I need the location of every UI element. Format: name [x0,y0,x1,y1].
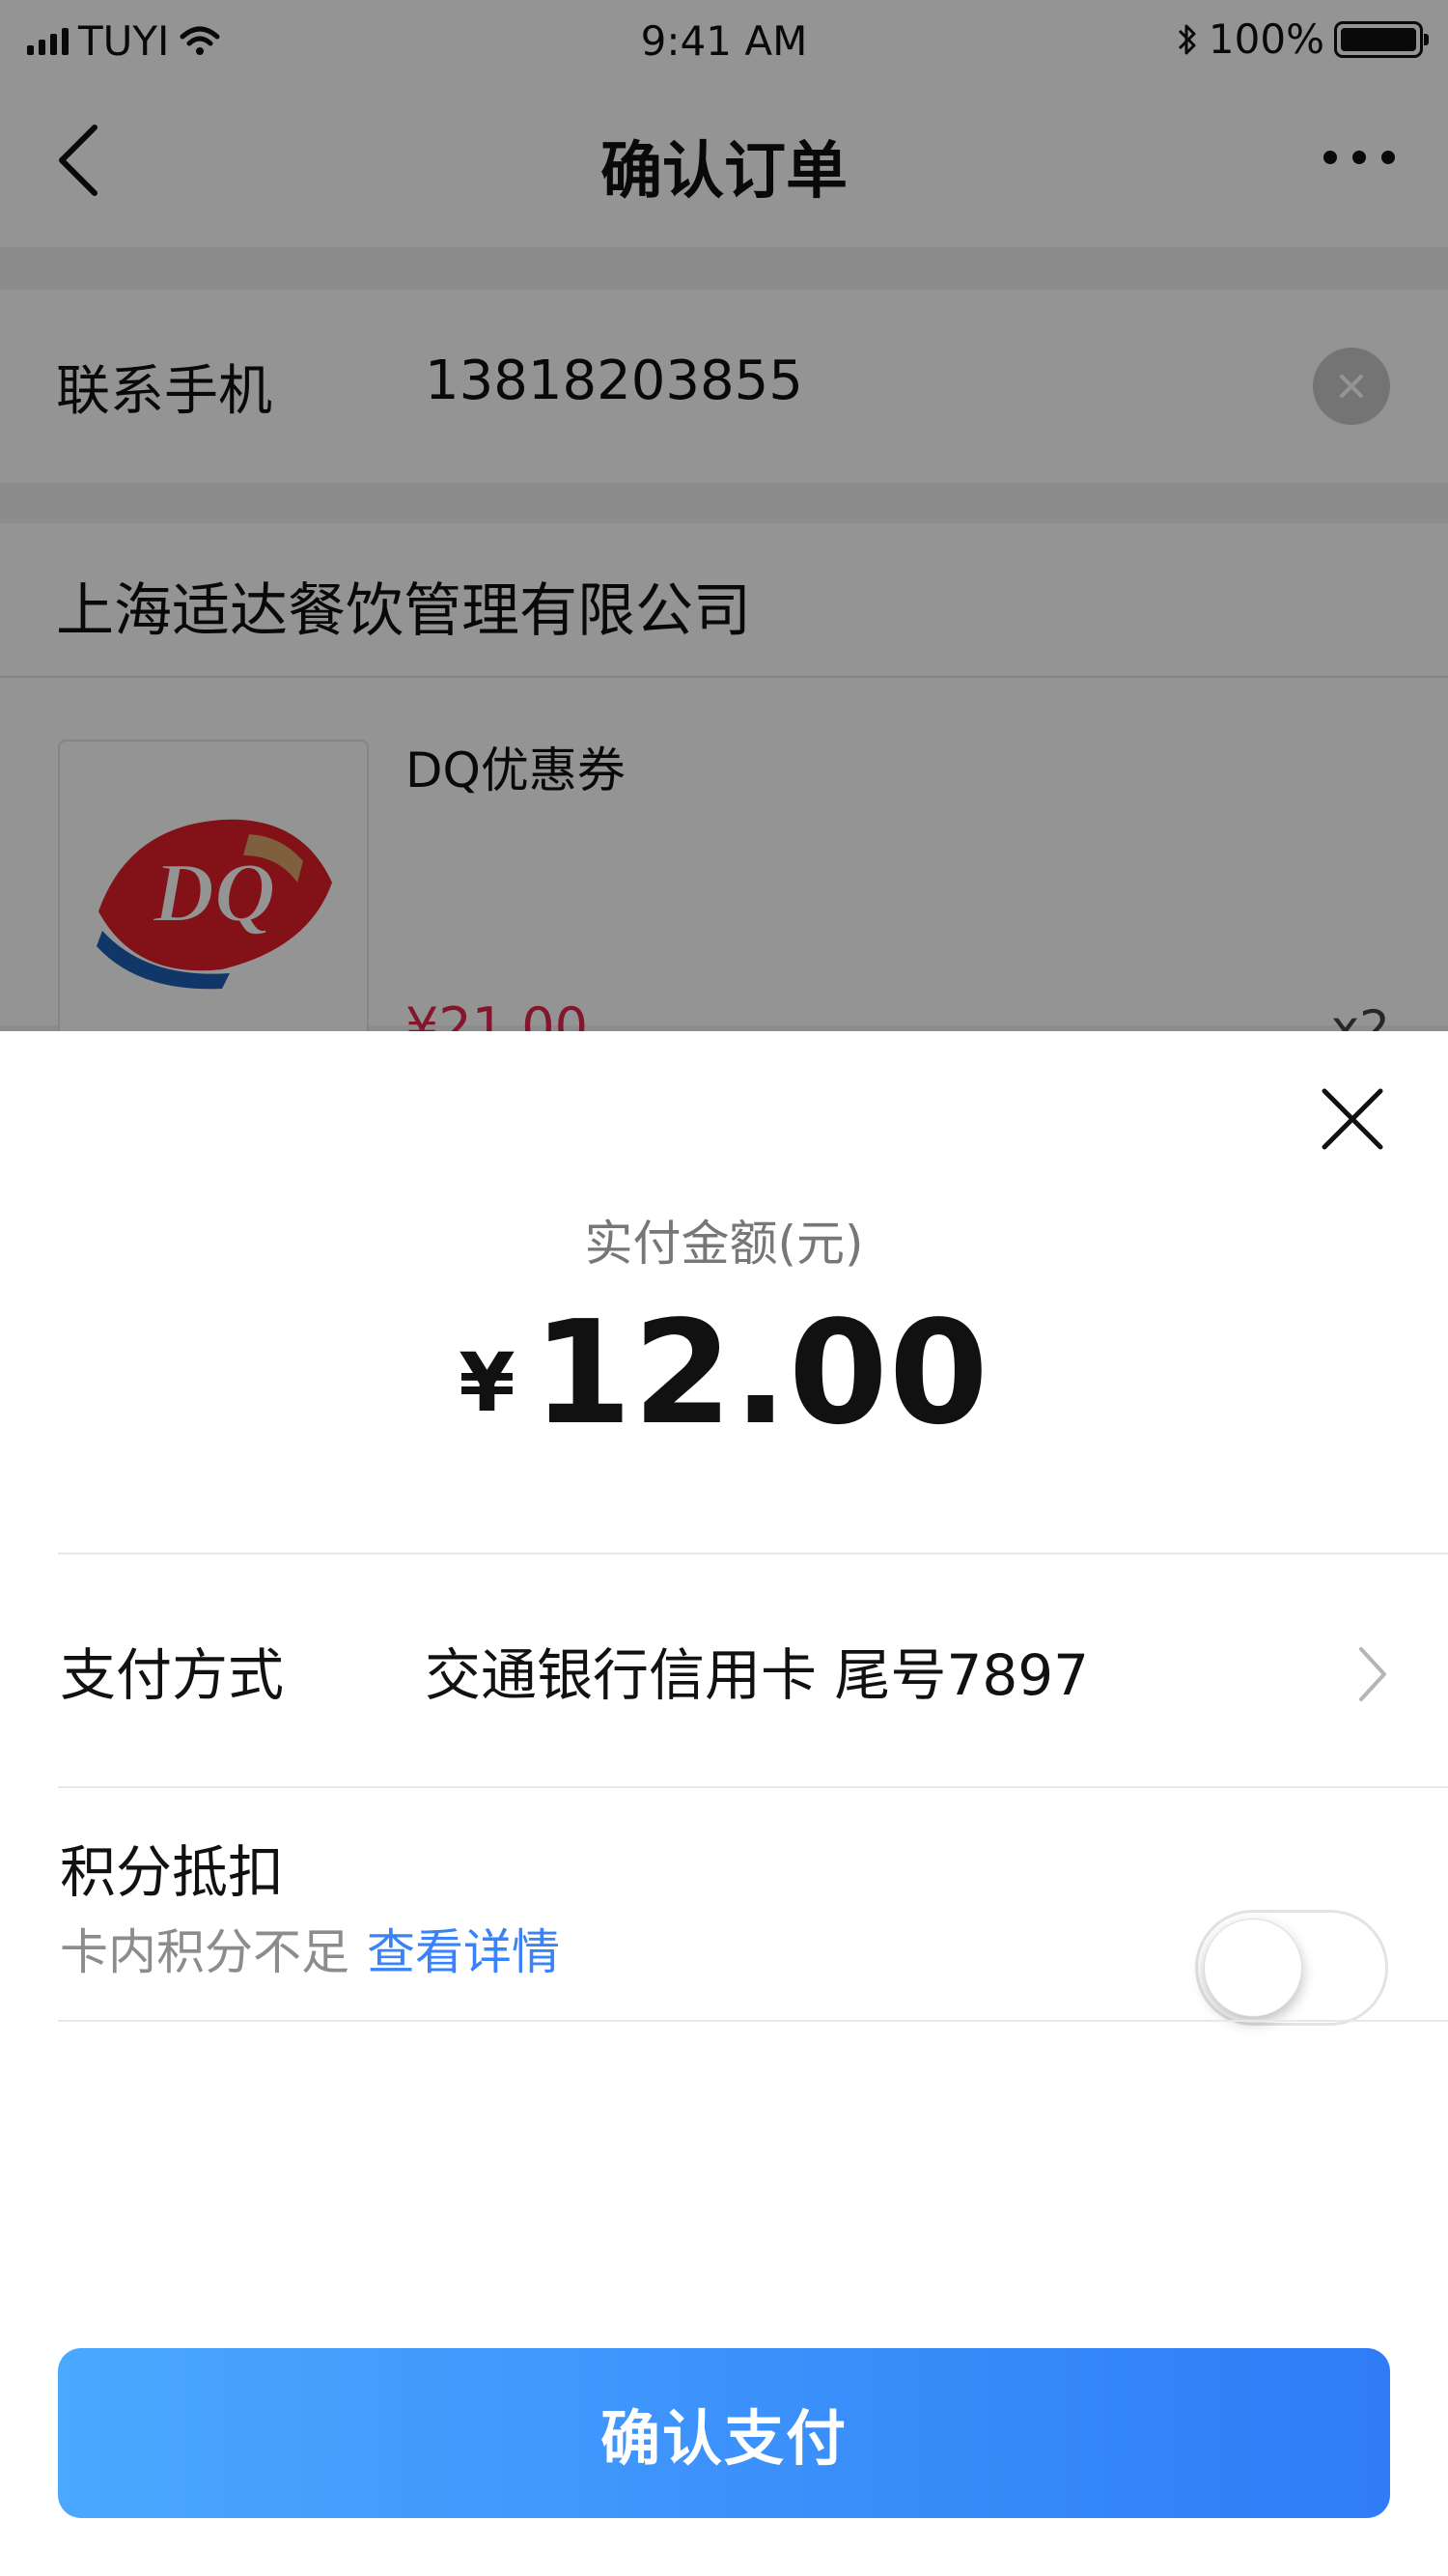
points-deduction-row: 积分抵扣 卡内积分不足 查看详情 [0,1788,1448,2026]
payment-method-label: 支付方式 [60,1642,285,1708]
points-details-link[interactable]: 查看详情 [367,1924,560,1980]
payment-method-row[interactable]: 支付方式 交通银行信用卡 尾号7897 [0,1553,1448,1786]
modal-backdrop[interactable] [0,0,1448,1031]
amount-value: 12.00 [532,1290,989,1456]
payment-method-value: 交通银行信用卡 尾号7897 [425,1642,1090,1708]
divider [58,2020,1448,2022]
points-status-text: 卡内积分不足 [60,1924,349,1980]
points-toggle[interactable] [1195,1910,1388,2026]
toggle-knob [1204,1918,1302,2017]
amount-label: 实付金额(元) [584,1216,864,1272]
payment-amount: ¥12.00 [0,1290,1448,1456]
currency-symbol: ¥ [459,1335,515,1430]
close-icon[interactable] [1319,1085,1386,1153]
points-title: 积分抵扣 [60,1839,285,1905]
payment-sheet: 实付金额(元) ¥12.00 支付方式 交通银行信用卡 尾号7897 积分抵扣 … [0,1031,1448,2576]
confirm-payment-button[interactable]: 确认支付 [58,2348,1390,2518]
chevron-right-icon [1359,1647,1386,1701]
points-status: 卡内积分不足 查看详情 [60,1914,560,1983]
